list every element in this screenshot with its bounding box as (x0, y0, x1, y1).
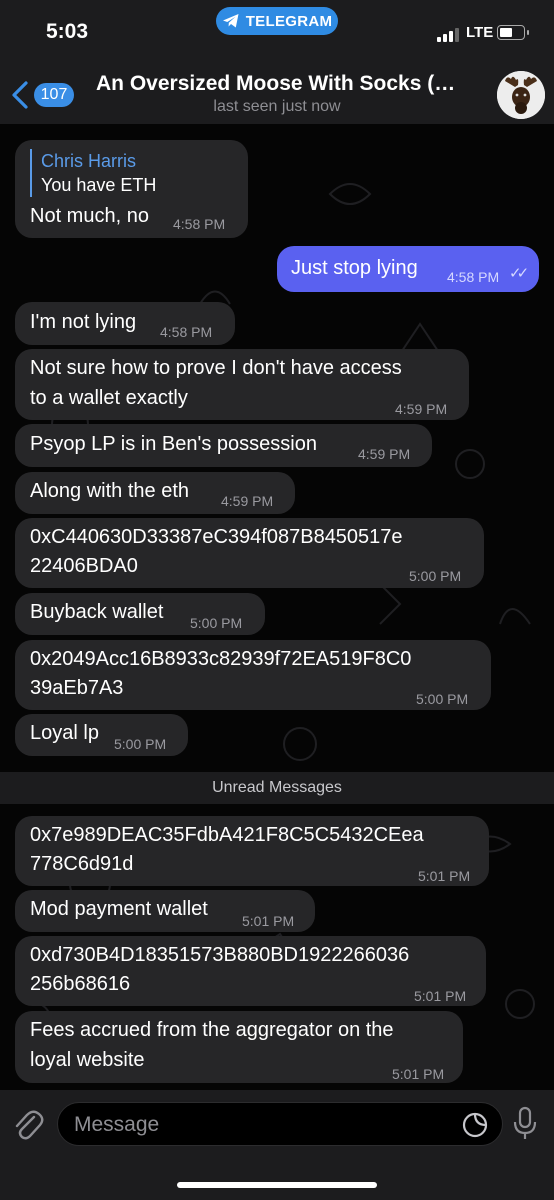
message-text: Psyop LP is in Ben's possession (30, 433, 317, 455)
message-text-line1: Not sure how to prove I don't have acces… (30, 357, 402, 379)
message-time: 5:00 PM (416, 691, 469, 707)
message-bubble[interactable]: 0x7e989DEAC35FdbA421F8C5C5432CEea 778C6d… (15, 816, 489, 886)
sticker-button[interactable] (462, 1112, 488, 1138)
reply-text: You have ETH (41, 175, 157, 195)
message-time: 5:00 PM (409, 568, 462, 584)
microphone-icon (513, 1106, 537, 1139)
message-text-line2: 778C6d91d (30, 853, 134, 875)
message-bubble[interactable]: 0x2049Acc16B8933c82939f72EA519F8C0 39aEb… (15, 640, 491, 710)
message-input[interactable]: Message (57, 1102, 503, 1146)
message-time: 4:58 PM (447, 269, 500, 285)
message-time: 5:01 PM (418, 868, 471, 884)
message-time: 4:59 PM (221, 493, 274, 509)
paperclip-icon (15, 1110, 44, 1140)
message-text-line1: Fees accrued from the aggregator on the (30, 1019, 394, 1041)
message-text-line1: 0xd730B4D18351573B880BD1922266036 (30, 944, 410, 966)
network-label: LTE (466, 24, 494, 41)
message-text-line2: to a wallet exactly (30, 387, 188, 409)
message-text-line1: 0xC440630D33387eC394f087B8450517e (30, 526, 403, 548)
message-text-line2: 22406BDA0 (30, 555, 138, 577)
message-bubble[interactable]: 0xC440630D33387eC394f087B8450517e 22406B… (15, 518, 484, 588)
message-text-line1: 0x2049Acc16B8933c82939f72EA519F8C0 (30, 648, 412, 670)
message-text: Not much, no (30, 205, 149, 227)
telegram-pill[interactable]: TELEGRAM (216, 7, 338, 35)
message-bubble[interactable]: Psyop LP is in Ben's possession 4:59 PM (15, 424, 432, 467)
moose-avatar-icon (497, 71, 545, 119)
read-checkmarks-icon: ✓✓ (509, 265, 529, 282)
message-text: Loyal lp (30, 722, 99, 744)
message-bubble[interactable]: Chris Harris You have ETH Not much, no 4… (15, 140, 248, 238)
telegram-pill-label: TELEGRAM (245, 12, 333, 30)
message-text-line2: 256b68616 (30, 973, 131, 995)
message-text-line2: loyal website (30, 1049, 145, 1071)
message-time: 5:00 PM (114, 736, 167, 752)
message-bubble[interactable]: Fees accrued from the aggregator on the … (15, 1011, 463, 1083)
status-time: 5:03 (46, 20, 89, 43)
unread-messages-divider: Unread Messages (0, 772, 554, 804)
chat-header: 107 An Oversized Moose With Socks (… las… (0, 62, 554, 124)
message-time: 5:01 PM (242, 913, 295, 929)
sticker-icon (462, 1112, 488, 1138)
message-text: Mod payment wallet (30, 898, 208, 920)
message-time: 4:59 PM (358, 446, 411, 462)
message-time: 5:01 PM (414, 988, 467, 1004)
message-text-line1: 0x7e989DEAC35FdbA421F8C5C5432CEea (30, 824, 424, 846)
battery-icon (497, 25, 529, 40)
attach-button[interactable] (12, 1108, 44, 1142)
message-bubble[interactable]: I'm not lying 4:58 PM (15, 302, 235, 345)
status-bar: 5:03 TELEGRAM LTE (0, 0, 554, 62)
message-input-bar: Message (0, 1090, 554, 1200)
outgoing-message-bubble[interactable]: Just stop lying 4:58 PM ✓✓ (277, 246, 539, 292)
message-text: Along with the eth (30, 480, 189, 502)
message-bubble[interactable]: Loyal lp 5:00 PM (15, 714, 188, 756)
message-time: 4:59 PM (395, 401, 448, 417)
reply-quote[interactable]: Chris Harris You have ETH (30, 149, 156, 197)
home-indicator[interactable] (177, 1182, 377, 1188)
message-text: Buyback wallet (30, 601, 164, 623)
message-bubble[interactable]: Mod payment wallet 5:01 PM (15, 890, 315, 932)
message-time: 4:58 PM (160, 324, 213, 340)
message-text: Just stop lying (291, 257, 418, 279)
message-bubble[interactable]: Along with the eth 4:59 PM (15, 472, 295, 514)
message-time: 5:00 PM (190, 615, 243, 631)
voice-message-button[interactable] (512, 1106, 538, 1142)
message-placeholder: Message (74, 1113, 160, 1136)
message-bubble[interactable]: Buyback wallet 5:00 PM (15, 593, 265, 635)
message-time: 5:01 PM (392, 1066, 445, 1082)
message-time: 4:58 PM (173, 216, 226, 232)
message-bubble[interactable]: Not sure how to prove I don't have acces… (15, 349, 469, 420)
message-text-line2: 39aEb7A3 (30, 677, 124, 699)
message-text: I'm not lying (30, 311, 137, 333)
signal-icon (437, 28, 459, 42)
chat-subtitle: last seen just now (213, 98, 341, 115)
message-bubble[interactable]: 0xd730B4D18351573B880BD1922266036 256b68… (15, 936, 486, 1006)
reply-author: Chris Harris (41, 151, 137, 171)
chat-area[interactable]: Chris Harris You have ETH Not much, no 4… (0, 124, 554, 1090)
chat-title[interactable]: An Oversized Moose With Socks (… (96, 72, 486, 96)
avatar[interactable] (497, 71, 545, 119)
telegram-icon (222, 14, 239, 28)
